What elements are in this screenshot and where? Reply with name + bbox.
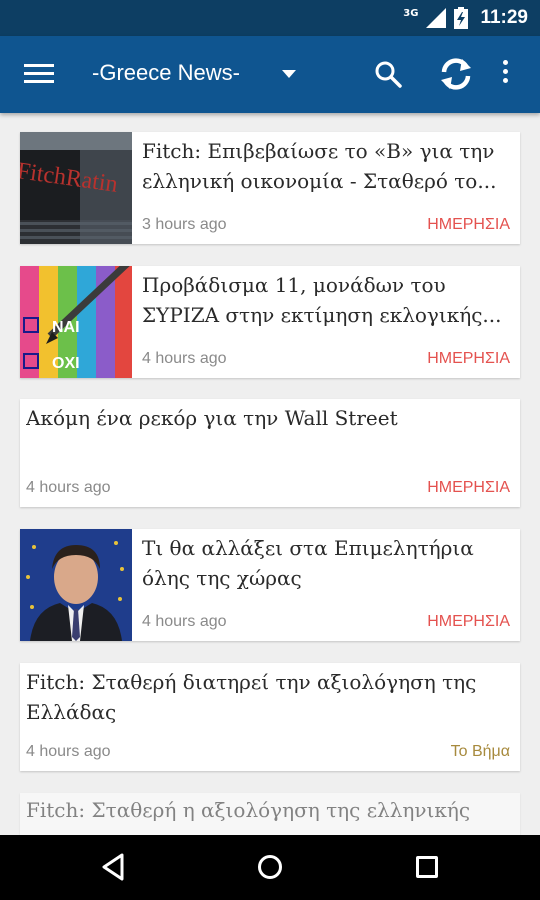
back-icon[interactable]: [100, 853, 126, 881]
refresh-icon[interactable]: [438, 56, 474, 92]
news-card[interactable]: Τι θα αλλάξει στα Επιμελητήρια όλης της …: [20, 529, 520, 641]
news-feed[interactable]: FitchRatin Fitch: Επιβεβαίωσε το «Β» για…: [0, 113, 540, 835]
article-title: Fitch: Σταθερή η αξιολόγηση της ελληνική…: [26, 798, 471, 822]
ballot-image: ΝΑΙ ΟΧΙ: [20, 266, 132, 378]
article-time: 4 hours ago: [142, 350, 227, 367]
article-title: Fitch: Επιβεβαίωσε το «Β» για την ελληνι…: [142, 139, 497, 193]
status-bar: 3G 11:29: [0, 0, 540, 36]
news-card[interactable]: ΝΑΙ ΟΧΙ Προβάδισμα 11, μονάδων του ΣΥΡΙΖ…: [20, 266, 520, 378]
navigation-bar: [0, 835, 540, 900]
status-icons: 3G 11:29: [403, 0, 528, 36]
news-card[interactable]: Ακόμη ένα ρεκόρ για την Wall Street 4 ho…: [20, 399, 520, 507]
dropdown-arrow-icon[interactable]: [282, 70, 296, 78]
portrait-image: [20, 529, 132, 641]
article-title: Fitch: Σταθερή διατηρεί την αξιολόγηση τ…: [26, 670, 477, 724]
article-title: Ακόμη ένα ρεκόρ για την Wall Street: [26, 406, 398, 430]
battery-icon: [454, 7, 469, 29]
article-time: 3 hours ago: [142, 216, 227, 233]
news-card[interactable]: Fitch: Σταθερή η αξιολόγηση της ελληνική…: [20, 793, 520, 835]
more-options-icon[interactable]: [498, 60, 512, 88]
article-thumbnail: ΝΑΙ ΟΧΙ: [20, 266, 132, 378]
article-title: Τι θα αλλάξει στα Επιμελητήρια όλης της …: [142, 536, 474, 590]
search-icon[interactable]: [374, 60, 402, 88]
article-time: 4 hours ago: [26, 743, 111, 760]
clock: 11:29: [480, 7, 528, 28]
fitch-building-image: FitchRatin: [20, 132, 132, 244]
home-icon[interactable]: [258, 855, 282, 879]
article-time: 4 hours ago: [26, 479, 111, 496]
menu-icon[interactable]: [24, 64, 54, 84]
article-source: Το Βήμα: [450, 743, 510, 760]
article-source: ΗΜΕΡΗΣΙΑ: [427, 479, 510, 496]
news-card[interactable]: Fitch: Σταθερή διατηρεί την αξιολόγηση τ…: [20, 663, 520, 771]
recent-apps-icon[interactable]: [416, 856, 438, 878]
ballot-yes-label: ΝΑΙ: [52, 319, 80, 336]
app-bar: -Greece News-: [0, 36, 540, 113]
ballot-no-label: ΟΧΙ: [52, 355, 80, 372]
signal-icon: [426, 8, 447, 28]
article-source: ΗΜΕΡΗΣΙΑ: [427, 350, 510, 367]
article-time: 4 hours ago: [142, 613, 227, 630]
article-thumbnail: FitchRatin: [20, 132, 132, 244]
feed-selector-title[interactable]: -Greece News-: [92, 60, 240, 86]
network-type-label: 3G: [403, 7, 419, 19]
article-title: Προβάδισμα 11, μονάδων του ΣΥΡΙΖΑ στην ε…: [142, 273, 502, 327]
article-source: ΗΜΕΡΗΣΙΑ: [427, 216, 510, 233]
article-source: ΗΜΕΡΗΣΙΑ: [427, 613, 510, 630]
article-thumbnail: [20, 529, 132, 641]
news-card[interactable]: FitchRatin Fitch: Επιβεβαίωσε το «Β» για…: [20, 132, 520, 244]
